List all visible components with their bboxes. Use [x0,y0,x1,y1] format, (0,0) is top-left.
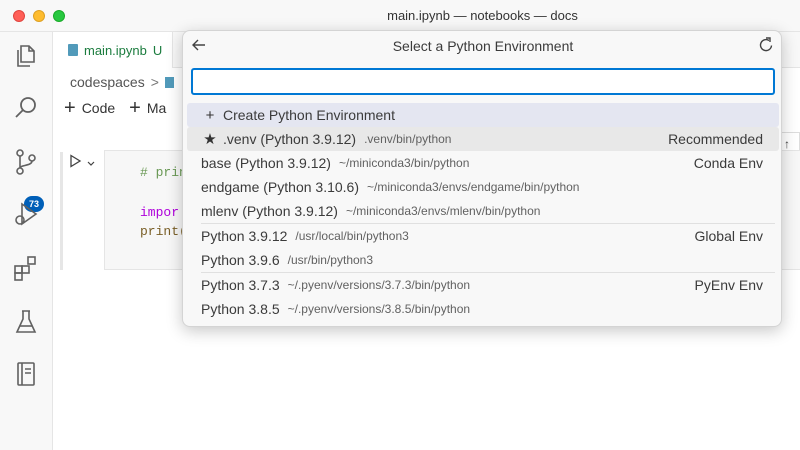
create-environment-item[interactable]: + Create Python Environment [187,103,779,127]
environment-item-venv[interactable]: ★ .venv (Python 3.9.12) .venv/bin/python… [187,127,779,151]
title-bar: main.ipynb — notebooks — docs [0,0,800,32]
notebook-toolbar: + Code + Ma [64,97,167,119]
quick-pick-header: Select a Python Environment [183,31,781,61]
environment-item-python-3-9-6[interactable]: Python 3.9.6 /usr/bin/python3 [187,248,779,272]
group-tag-global: Global Env [694,228,763,244]
code-line-2: impor [140,205,180,220]
environment-search-input[interactable] [191,68,775,95]
tab-main-ipynb[interactable]: main.ipynb U [54,32,174,68]
extensions-icon[interactable] [12,254,40,282]
quick-pick-title: Select a Python Environment [392,38,574,54]
environment-item-base[interactable]: base (Python 3.9.12) ~/miniconda3/bin/py… [187,151,779,175]
tab-label: main.ipynb [84,42,147,58]
environment-list: + Create Python Environment ★ .venv (Pyt… [187,103,779,321]
source-control-icon[interactable] [12,148,40,176]
plus-icon: + [129,97,141,119]
environment-item-endgame[interactable]: endgame (Python 3.10.6) ~/miniconda3/env… [187,175,779,199]
tab-untracked-status: U [152,42,163,58]
environment-item-python-3-9-12[interactable]: Python 3.9.12 /usr/local/bin/python3 Glo… [187,224,779,248]
notebook-file-icon [164,76,174,88]
chevron-down-icon[interactable] [86,156,96,166]
run-cell-icon[interactable] [68,154,82,168]
debug-icon[interactable] [12,200,40,228]
environment-item-mlenv[interactable]: mlenv (Python 3.9.12) ~/miniconda3/envs/… [187,199,779,223]
breadcrumb-root[interactable]: codespaces [70,74,145,90]
add-code-cell-button[interactable]: + Code [64,97,116,119]
plus-icon: + [64,97,76,119]
breadcrumb: codespaces > [70,74,174,90]
notebook-icon[interactable] [12,360,40,388]
breadcrumb-separator: > [150,74,159,90]
group-tag-conda: Conda Env [693,155,763,171]
add-markdown-cell-button[interactable]: + Ma [129,97,167,119]
files-icon[interactable] [12,42,40,70]
python-environment-quick-pick: Select a Python Environment + Create Pyt… [182,30,782,327]
window-title: main.ipynb — notebooks — docs [387,8,578,23]
star-icon: ★ [203,131,217,148]
recommended-tag: Recommended [668,131,763,147]
plus-icon: + [205,106,215,124]
cell-gutter [60,152,63,270]
activity-bar: 73 [0,32,53,450]
code-line-1: # prin [140,165,187,180]
code-line-3: print( [140,224,187,239]
beaker-icon[interactable] [12,308,40,336]
group-tag-pyenv: PyEnv Env [694,277,763,293]
search-icon[interactable] [12,94,40,122]
add-code-label: Code [81,100,116,116]
add-markdown-label: Ma [146,100,167,116]
notebook-file-icon [68,44,78,56]
environment-item-python-3-8-5[interactable]: Python 3.8.5 ~/.pyenv/versions/3.8.5/bin… [187,297,779,321]
environment-item-python-3-7-3[interactable]: Python 3.7.3 ~/.pyenv/versions/3.7.3/bin… [187,273,779,297]
refresh-icon[interactable] [757,36,775,54]
